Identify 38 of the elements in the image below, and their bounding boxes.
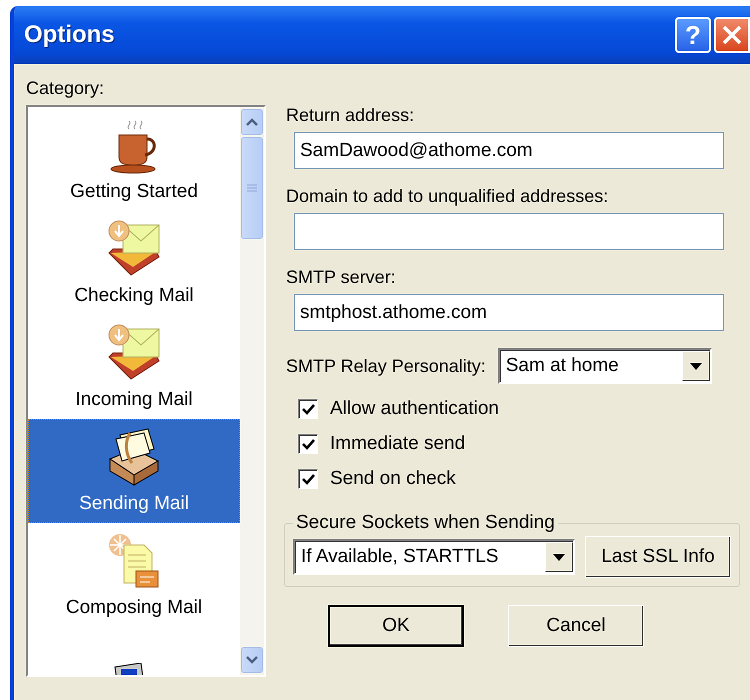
- scroll-thumb[interactable]: [241, 137, 263, 239]
- last-ssl-info-button[interactable]: Last SSL Info: [585, 536, 731, 578]
- category-label: Category:: [26, 78, 106, 99]
- input-field[interactable]: smtphost.athome.com: [294, 294, 724, 331]
- category-item[interactable]: Composing Mail: [28, 523, 240, 627]
- checkbox-label: Immediate send: [330, 433, 466, 455]
- grip-icon: [247, 184, 257, 192]
- relay-personality-label: SMTP Relay Personality:: [286, 356, 486, 376]
- scroll-down-button[interactable]: [241, 647, 263, 673]
- checkbox[interactable]: [298, 434, 318, 454]
- checkmark-icon: [302, 438, 314, 450]
- scroll-up-button[interactable]: [241, 109, 263, 135]
- scrollbar[interactable]: [240, 107, 264, 675]
- field-label: Return address:: [286, 105, 416, 126]
- category-item[interactable]: Getting Started: [28, 107, 240, 211]
- checkmark-icon: [302, 474, 314, 484]
- category-item[interactable]: Sending Mail: [28, 419, 240, 523]
- dialog-button[interactable]: Cancel: [508, 605, 644, 647]
- checkmark-icon: [302, 404, 314, 414]
- dropdown-arrow-icon: [690, 362, 702, 370]
- field-label: Domain to add to unqualified addresses:: [286, 186, 610, 207]
- relay-personality-dropdown[interactable]: Sam at home: [498, 348, 712, 384]
- checkbox[interactable]: [298, 469, 318, 489]
- close-button[interactable]: [714, 17, 750, 53]
- dropdown-arrow-icon: [553, 554, 565, 560]
- secure-sockets-dropdown[interactable]: If Available, STARTTLS: [293, 539, 575, 575]
- field-label: SMTP server:: [286, 267, 397, 288]
- input-field[interactable]: SamDawood@athome.com: [294, 132, 724, 169]
- checkbox-label: Allow authentication: [330, 398, 499, 420]
- dialog-button[interactable]: OK: [328, 605, 464, 647]
- window-title: Options: [24, 21, 115, 49]
- checkbox[interactable]: [298, 399, 318, 419]
- category-item[interactable]: Incoming Mail: [28, 315, 240, 419]
- group-legend: Secure Sockets when Sending: [293, 512, 558, 534]
- category-item[interactable]: Checking Mail: [28, 211, 240, 315]
- checkbox-label: Send on check: [330, 468, 456, 490]
- input-field[interactable]: [294, 213, 724, 250]
- close-icon: [721, 24, 743, 46]
